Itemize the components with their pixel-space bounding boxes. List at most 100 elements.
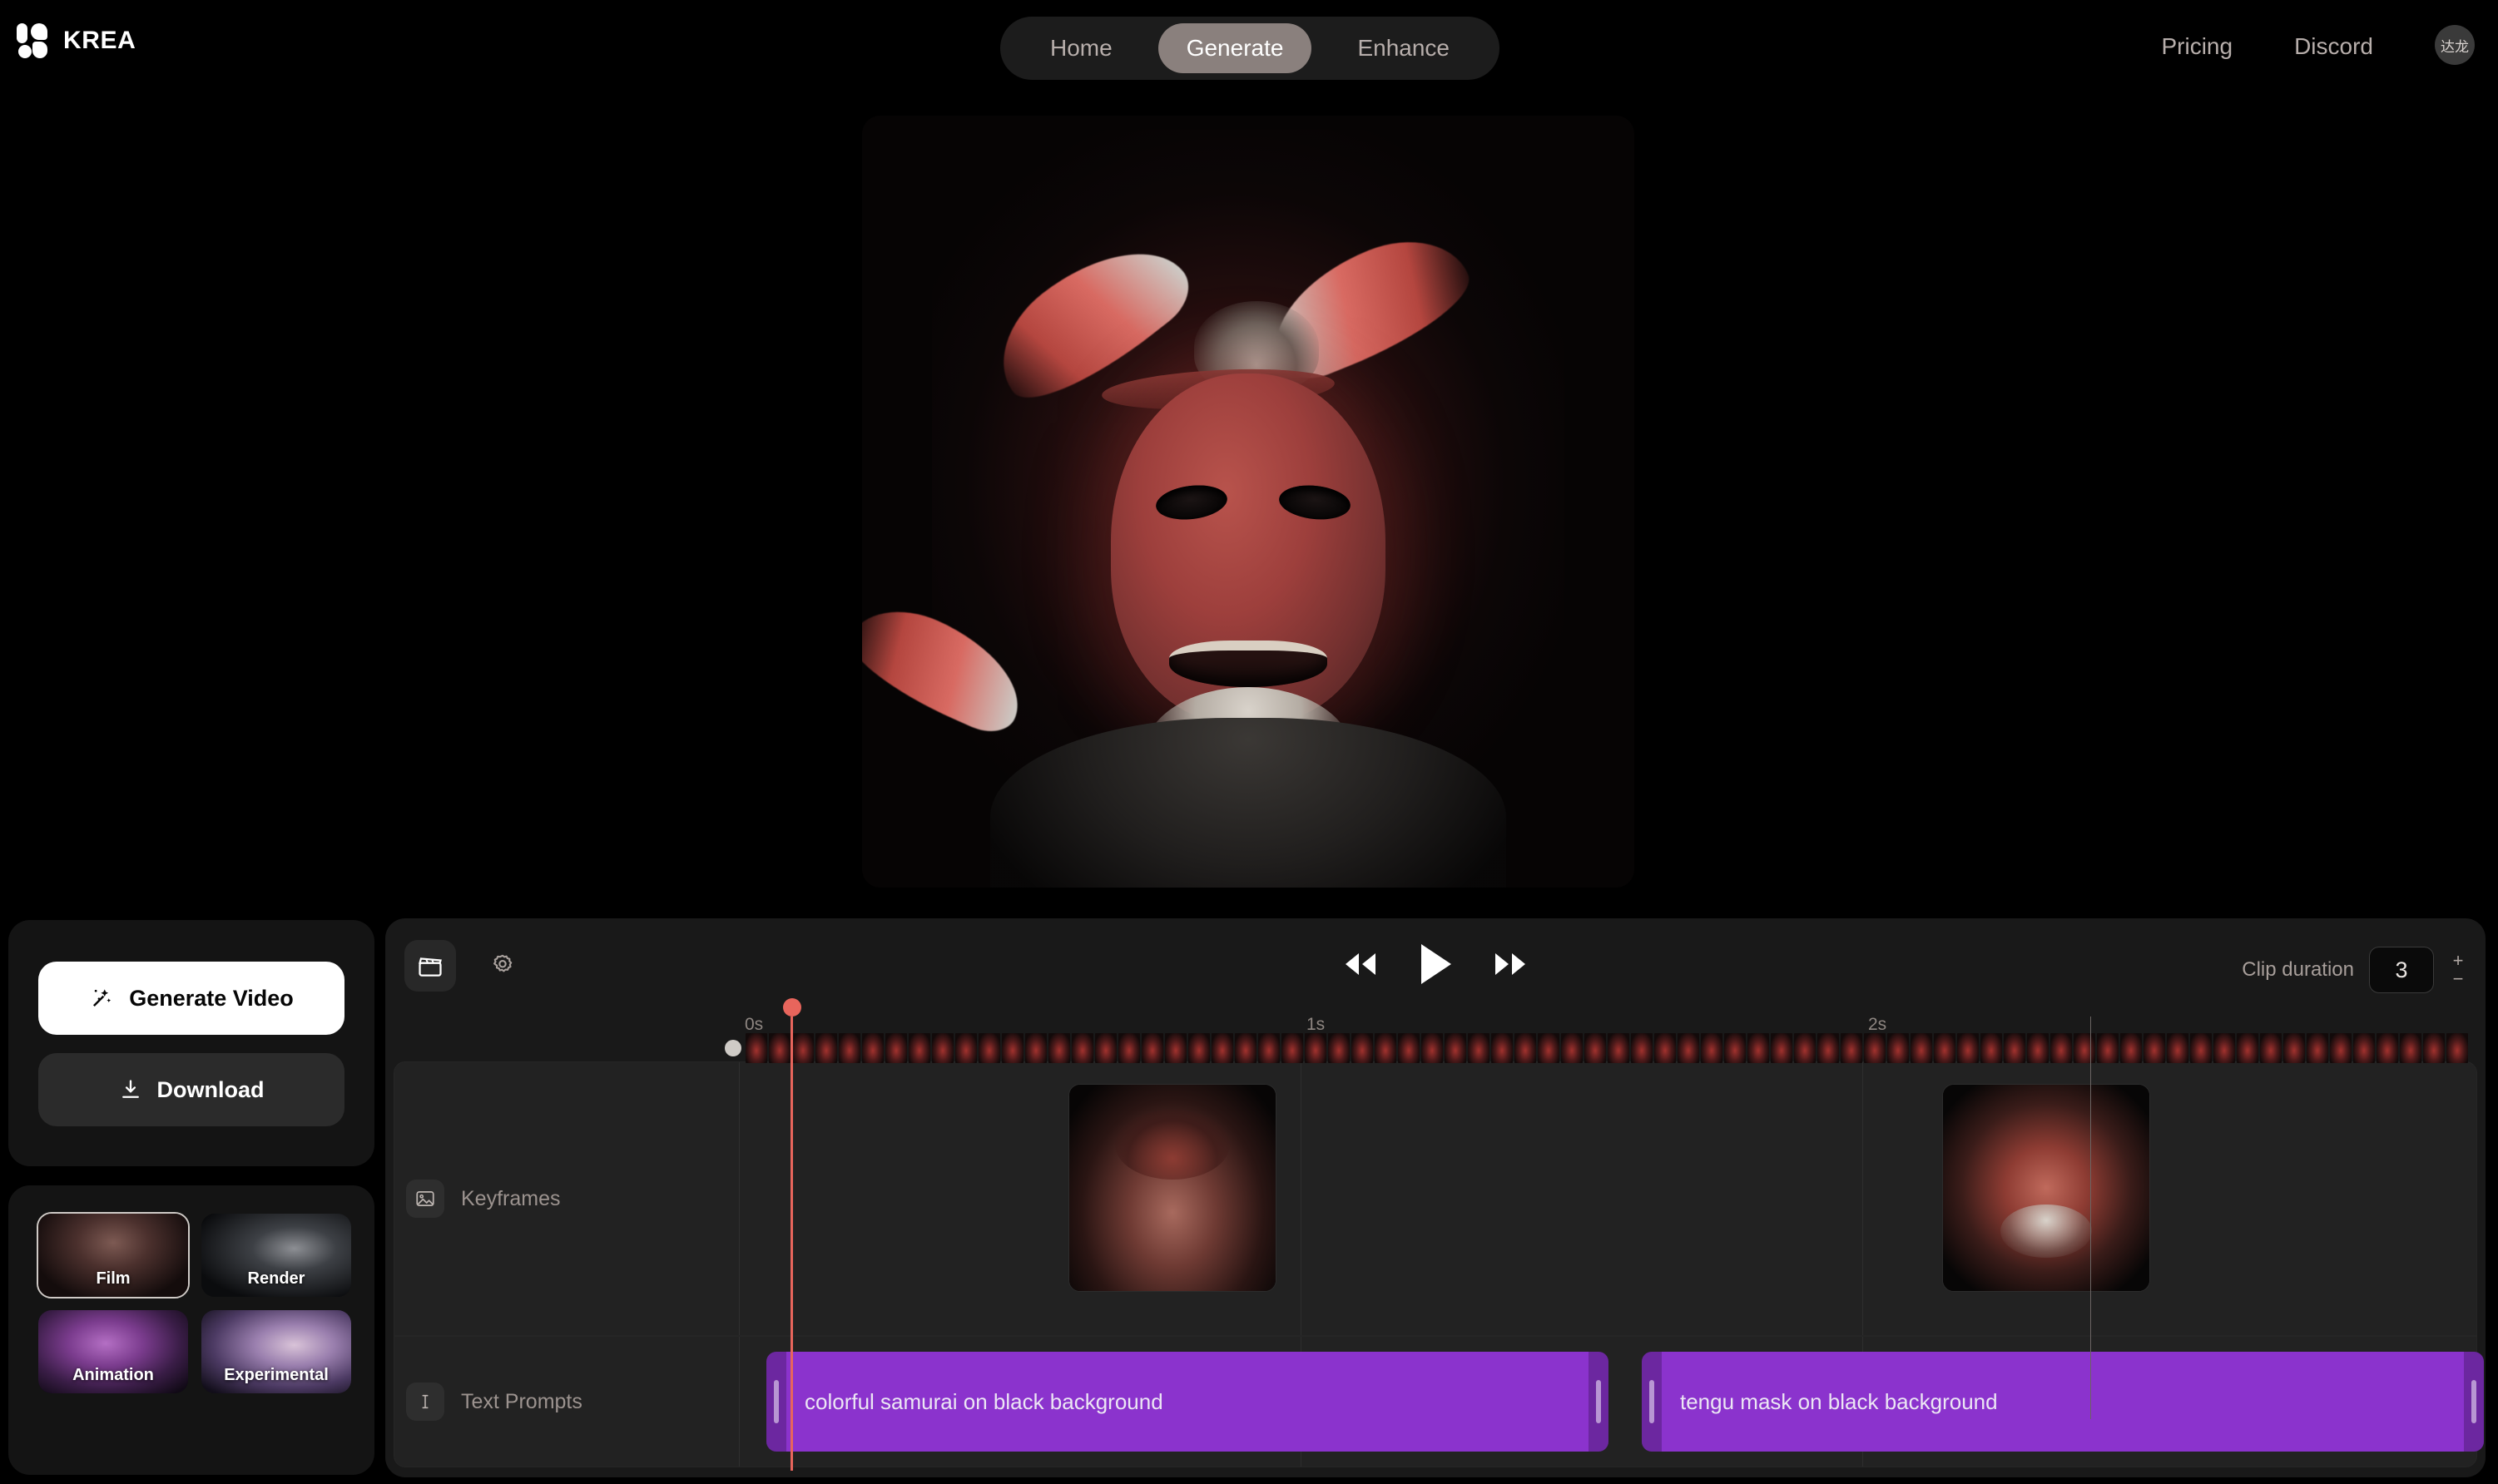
filmstrip-frame [1235, 1033, 1256, 1063]
filmstrip-frame [1328, 1033, 1350, 1063]
clip-duration-decrement[interactable]: − [2449, 970, 2467, 988]
filmstrip-frame [1002, 1033, 1023, 1063]
style-card-experimental[interactable]: Experimental [201, 1310, 351, 1393]
prompt-clip[interactable]: tengu mask on black background [1642, 1352, 2484, 1452]
clip-duration-input[interactable]: 3 [2369, 947, 2434, 993]
prompt-clip-text: tengu mask on black background [1680, 1388, 1998, 1414]
filmstrip-frame [839, 1033, 860, 1063]
filmstrip-frame [1142, 1033, 1163, 1063]
filmstrip-frame [2260, 1033, 2282, 1063]
filmstrip-frame [1095, 1033, 1117, 1063]
filmstrip-frame [1468, 1033, 1489, 1063]
filmstrip-frame [1747, 1033, 1769, 1063]
style-label-render: Render [247, 1269, 305, 1288]
ruler-tick-2s: 2s [1868, 1015, 1887, 1034]
rewind-button[interactable] [1340, 950, 1381, 978]
filmstrip-frame [1934, 1033, 1955, 1063]
filmstrip-frame [1724, 1033, 1746, 1063]
filmstrip-frame [1514, 1033, 1536, 1063]
clapperboard-tool-button[interactable] [404, 940, 456, 992]
style-card-film[interactable]: Film [37, 1212, 190, 1298]
filmstrip-toggle-dot[interactable] [725, 1040, 741, 1056]
style-label-experimental: Experimental [224, 1366, 329, 1384]
image-icon [406, 1180, 444, 1218]
playhead-knob[interactable] [782, 998, 801, 1017]
filmstrip-frame [1794, 1033, 1816, 1063]
clip-duration-stepper: + − [2449, 952, 2467, 988]
filmstrip-frame [1048, 1033, 1070, 1063]
filmstrip-frame [1980, 1033, 2002, 1063]
filmstrip-frame [2190, 1033, 2212, 1063]
filmstrip-frame [1375, 1033, 1396, 1063]
filmstrip-frame [746, 1033, 767, 1063]
clapperboard-icon [419, 957, 442, 977]
ruler-tick-1s: 1s [1306, 1015, 1326, 1034]
filmstrip[interactable] [392, 1033, 2479, 1063]
generate-video-button[interactable]: Generate Video [38, 962, 344, 1035]
filmstrip-frame [1678, 1033, 1699, 1063]
filmstrip-frame [1421, 1033, 1443, 1063]
rewind-icon [1346, 953, 1375, 975]
filmstrip-frame [1608, 1033, 1629, 1063]
action-panel: Generate Video Download [8, 920, 374, 1166]
filmstrip-frame [979, 1033, 1000, 1063]
filmstrip-frame [1817, 1033, 1839, 1063]
keyframes-track[interactable]: Keyframes [394, 1061, 2477, 1336]
generate-video-label: Generate Video [129, 985, 294, 1011]
prompt-clip-text: colorful samurai on black background [805, 1388, 1163, 1414]
filmstrip-frame [2097, 1033, 2119, 1063]
clip-duration-increment[interactable]: + [2449, 952, 2467, 970]
tab-enhance[interactable]: Enhance [1329, 23, 1478, 73]
filmstrip-frame [932, 1033, 954, 1063]
prompt-clip[interactable]: colorful samurai on black background [766, 1352, 1608, 1452]
filmstrip-frame [2400, 1033, 2421, 1063]
filmstrip-frame [1305, 1033, 1326, 1063]
filmstrip-frames [746, 1033, 2469, 1063]
filmstrip-frame [955, 1033, 977, 1063]
text-prompts-track-label: Text Prompts [461, 1389, 582, 1413]
clip-resize-handle-left[interactable] [766, 1352, 786, 1452]
filmstrip-frame [885, 1033, 907, 1063]
magic-wand-icon [93, 989, 112, 1007]
brand-name: KREA [63, 27, 136, 54]
style-card-animation[interactable]: Animation [38, 1310, 188, 1393]
clip-resize-handle-right[interactable] [1589, 1352, 1608, 1452]
brand[interactable]: KREA [17, 23, 136, 58]
style-card-render[interactable]: Render [201, 1214, 351, 1297]
filmstrip-frame [1398, 1033, 1420, 1063]
text-prompts-track[interactable]: Text Prompts colorful samurai on black b… [394, 1336, 2484, 1467]
download-icon [121, 1080, 139, 1098]
filmstrip-frame [1538, 1033, 1559, 1063]
filmstrip-frame [909, 1033, 930, 1063]
clip-duration-control: Clip duration 3 + − [2242, 947, 2467, 993]
clip-resize-handle-left[interactable] [1642, 1352, 1662, 1452]
filmstrip-frame [2120, 1033, 2142, 1063]
fast-forward-button[interactable] [1489, 950, 1531, 978]
keyframes-track-header: Keyframes [406, 1180, 560, 1218]
filmstrip-frame [1841, 1033, 1862, 1063]
filmstrip-frame [1072, 1033, 1093, 1063]
keyframe-thumbnail[interactable] [1942, 1084, 2150, 1292]
tab-generate[interactable]: Generate [1157, 23, 1312, 73]
keyframe-thumbnail[interactable] [1068, 1084, 1276, 1292]
main-nav-tabs: Home Generate Enhance [1000, 17, 1499, 80]
download-label: Download [156, 1076, 265, 1102]
filmstrip-frame [1212, 1033, 1233, 1063]
download-button[interactable]: Download [38, 1053, 344, 1126]
filmstrip-frame [2004, 1033, 2025, 1063]
filmstrip-frame [2377, 1033, 2398, 1063]
playhead[interactable] [782, 998, 801, 1471]
filmstrip-frame [769, 1033, 791, 1063]
filmstrip-frame [1025, 1033, 1047, 1063]
timeline-toolbar: Clip duration 3 + − [385, 918, 2486, 1010]
clip-resize-handle-right[interactable] [2464, 1352, 2484, 1452]
tab-home[interactable]: Home [1022, 23, 1141, 73]
settings-tool-button[interactable] [477, 940, 528, 992]
avatar[interactable]: 达龙 [2435, 25, 2475, 65]
link-pricing[interactable]: Pricing [2161, 33, 2233, 60]
link-discord[interactable]: Discord [2294, 33, 2373, 60]
video-preview-canvas[interactable] [862, 116, 1634, 888]
filmstrip-frame [2167, 1033, 2188, 1063]
filmstrip-frame [1957, 1033, 1979, 1063]
play-button[interactable] [1416, 942, 1455, 987]
